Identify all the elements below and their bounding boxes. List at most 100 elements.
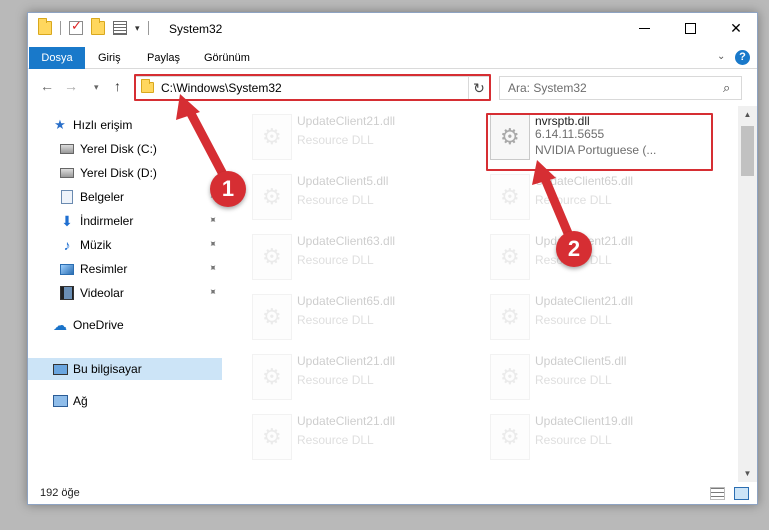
search-input[interactable]: [508, 80, 708, 96]
sidebar-item-this-pc[interactable]: Bu bilgisayar: [28, 358, 222, 380]
refresh-button[interactable]: ↻: [468, 76, 490, 100]
address-bar[interactable]: C:\Windows\System32 ⌄: [135, 76, 488, 100]
pin-icon[interactable]: ✦: [205, 214, 219, 228]
file-description: Resource DLL: [297, 133, 374, 147]
rename-icon[interactable]: [113, 21, 127, 35]
file-item[interactable]: UpdateClient63.dll Resource DLL: [222, 226, 452, 282]
scrollbar-thumb[interactable]: [741, 126, 754, 176]
up-arrow-icon[interactable]: ↑: [114, 78, 121, 94]
file-list: UpdateClient21.dll Resource DLL nvrsptb.…: [222, 106, 737, 482]
dll-file-icon: [490, 354, 530, 400]
sidebar-item-onedrive[interactable]: ☁ OneDrive: [28, 314, 222, 336]
dll-file-icon: [252, 234, 292, 280]
pictures-icon: [60, 263, 74, 275]
details-view-icon[interactable]: [710, 487, 725, 500]
sidebar-item-downloads[interactable]: ⬇ İndirmeler ✦: [28, 210, 222, 232]
pin-icon[interactable]: ✦: [205, 238, 219, 252]
file-item[interactable]: UpdateClient21.dll Resource DLL: [222, 346, 452, 402]
pin-icon[interactable]: ✦: [205, 286, 219, 300]
properties-check-icon[interactable]: [69, 18, 83, 35]
sidebar-item-label: OneDrive: [73, 318, 124, 332]
sidebar-item-network[interactable]: Ağ: [28, 390, 222, 412]
file-item[interactable]: UpdateClient65.dll Resource DLL: [222, 286, 452, 342]
search-icon[interactable]: ⌕: [723, 80, 730, 96]
minimize-icon: [638, 28, 650, 29]
navigation-bar: ← → ▾ ↑ C:\Windows\System32 ⌄ ↻ ⌕: [28, 70, 757, 106]
tab-home[interactable]: Giriş: [90, 47, 129, 69]
folder-icon[interactable]: [38, 18, 52, 35]
pictures-icon: [59, 262, 75, 276]
navigation-pane: ★ Hızlı erişim Yerel Disk (C:) Yerel Dis…: [28, 106, 222, 482]
customize-toolbar-chevron-icon[interactable]: ▾: [135, 23, 140, 34]
sidebar-item-local-disk-d[interactable]: Yerel Disk (D:): [28, 162, 222, 184]
star-icon: ★: [54, 117, 66, 132]
file-description: NVIDIA Portuguese (...: [535, 143, 657, 157]
scroll-up-arrow-icon[interactable]: ▲: [738, 106, 757, 123]
minimize-button[interactable]: [621, 13, 667, 44]
sidebar-item-label: Yerel Disk (D:): [80, 166, 157, 180]
forward-arrow-icon[interactable]: →: [64, 78, 78, 94]
drive-icon: [59, 166, 75, 180]
back-arrow-icon[interactable]: ←: [40, 78, 54, 94]
sidebar-item-music[interactable]: ♪ Müzik ✦: [28, 234, 222, 256]
file-name: UpdateClient63.dll: [297, 234, 396, 248]
file-description: Resource DLL: [535, 373, 612, 387]
sidebar-item-pictures[interactable]: Resimler ✦: [28, 258, 222, 280]
expand-ribbon-chevron-icon[interactable]: ⌄: [717, 51, 725, 62]
file-item[interactable]: UpdateClient5.dll Resource DLL: [460, 346, 690, 402]
file-item[interactable]: UpdateClient21.dll Resource DLL: [222, 406, 452, 462]
maximize-button[interactable]: [667, 13, 713, 44]
file-version: 6.14.11.5655: [535, 127, 605, 141]
file-item[interactable]: UpdateClient5.dll Resource DLL: [222, 166, 452, 222]
sidebar-item-local-disk-c[interactable]: Yerel Disk (C:): [28, 138, 222, 160]
large-icons-view-icon[interactable]: [734, 487, 749, 500]
file-name: UpdateClient5.dll: [297, 174, 389, 188]
videos-icon: [60, 286, 74, 300]
title-bar: ▾ System32 ✕: [28, 13, 757, 44]
documents-icon: [61, 190, 73, 204]
file-name: UpdateClient21.dll: [297, 414, 396, 428]
quick-access-toolbar: ▾: [38, 18, 157, 35]
file-name: UpdateClient21.dll: [297, 354, 396, 368]
sidebar-item-label: Bu bilgisayar: [73, 362, 142, 376]
dll-file-icon: [490, 234, 530, 280]
sidebar-item-label: Yerel Disk (C:): [80, 142, 157, 156]
file-description: Resource DLL: [297, 313, 374, 327]
file-item[interactable]: UpdateClient65.dll Resource DLL: [460, 166, 690, 222]
sidebar-item-label: Hızlı erişim: [73, 118, 133, 132]
tab-file[interactable]: Dosya: [29, 47, 85, 69]
file-item[interactable]: UpdateClient19.dll Resource DLL: [460, 406, 690, 462]
scroll-down-arrow-icon[interactable]: ▼: [738, 465, 757, 482]
file-item[interactable]: UpdateClient21.dll Resource DLL: [222, 106, 452, 162]
computer-icon: [52, 363, 68, 375]
sidebar-item-documents[interactable]: Belgeler ✦: [28, 186, 222, 208]
close-button[interactable]: ✕: [713, 13, 757, 44]
help-icon[interactable]: ?: [735, 50, 750, 65]
file-description: Resource DLL: [535, 433, 612, 447]
search-box[interactable]: ⌕: [499, 76, 742, 100]
tab-share[interactable]: Paylaş: [139, 47, 188, 69]
sidebar-item-label: Müzik: [80, 238, 112, 252]
network-icon: [52, 395, 68, 407]
file-name: UpdateClient65.dll: [297, 294, 396, 308]
file-item-nvrsptb[interactable]: nvrsptb.dll 6.14.11.5655 NVIDIA Portugue…: [460, 106, 690, 162]
file-description: Resource DLL: [535, 193, 612, 207]
dll-file-icon: [252, 354, 292, 400]
dll-file-icon: [490, 414, 530, 460]
sidebar-item-label: Resimler: [80, 262, 128, 276]
refresh-icon: ↻: [473, 80, 485, 96]
drive-icon: [60, 168, 74, 178]
tab-view[interactable]: Görünüm: [196, 47, 258, 69]
computer-icon: [52, 362, 68, 376]
toolbar-divider: [147, 21, 149, 35]
pin-icon[interactable]: ✦: [205, 262, 219, 276]
file-item[interactable]: UpdateClient21.dll Resource DLL: [460, 286, 690, 342]
sidebar-item-videos[interactable]: Videolar ✦: [28, 282, 222, 304]
sidebar-item-label: İndirmeler: [80, 214, 134, 228]
recent-locations-chevron-icon[interactable]: ▾: [94, 82, 99, 93]
vertical-scrollbar[interactable]: ▲ ▼: [738, 106, 757, 482]
address-path[interactable]: C:\Windows\System32: [161, 81, 282, 95]
file-name: UpdateClient5.dll: [535, 354, 627, 368]
new-folder-icon[interactable]: [91, 18, 105, 35]
sidebar-item-quick-access[interactable]: ★ Hızlı erişim: [28, 114, 222, 136]
